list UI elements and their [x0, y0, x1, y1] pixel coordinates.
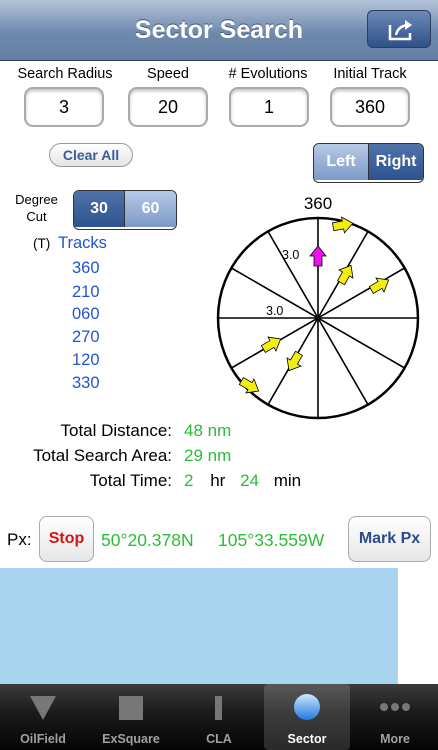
tab-oilfield[interactable]: OilField	[0, 684, 86, 750]
cut-30-segment[interactable]: 30	[74, 191, 125, 227]
tab-label: OilField	[20, 732, 66, 746]
bar-icon	[215, 696, 222, 720]
left-segment[interactable]: Left	[314, 144, 369, 180]
radius-label-top: 3.0	[282, 248, 299, 262]
initial-track-label: Initial Track	[333, 66, 407, 82]
direction-segmented-control: Left Right	[313, 143, 424, 183]
tab-cla[interactable]: CLA	[176, 684, 262, 750]
sector-diagram: 360 3.0 3.0	[216, 194, 420, 420]
total-area-label: Total Search Area:	[33, 446, 172, 465]
sector-circle-icon	[294, 694, 320, 720]
total-distance-value: 48 nm	[184, 421, 232, 440]
time-hours: 2	[184, 471, 194, 490]
latitude-value: 50°20.378N	[101, 530, 194, 550]
search-radius-label: Search Radius	[17, 66, 113, 82]
degree-cut-label-line1: Degree	[15, 192, 58, 207]
tab-label: Sector	[287, 732, 327, 746]
share-button[interactable]	[367, 10, 431, 48]
search-radius-field[interactable]: 3	[24, 87, 104, 127]
map-view[interactable]	[0, 568, 398, 684]
evolutions-label: # Evolutions	[228, 66, 308, 82]
mark-position-button[interactable]: Mark Px	[348, 516, 431, 562]
initial-track-field[interactable]: 360	[330, 87, 410, 127]
cut-60-segment[interactable]: 60	[125, 191, 176, 227]
time-minutes: 24	[240, 471, 259, 490]
total-area-value: 29 nm	[184, 446, 232, 465]
more-dots-icon	[380, 703, 410, 711]
right-segment[interactable]: Right	[369, 144, 423, 180]
speed-label: Speed	[147, 66, 189, 82]
square-icon	[119, 696, 143, 720]
tab-exsquare[interactable]: ExSquare	[88, 684, 174, 750]
tab-label: More	[380, 732, 410, 746]
track-item: 060	[72, 305, 100, 323]
tracks-header: Tracks	[58, 234, 107, 252]
true-indicator: (T)	[33, 236, 51, 251]
clear-all-button[interactable]: Clear All	[49, 143, 133, 167]
evolutions-field[interactable]: 1	[229, 87, 309, 127]
share-icon	[388, 20, 412, 41]
degree-cut-segmented-control: 30 60	[73, 190, 177, 230]
hr-label: hr	[210, 471, 226, 490]
track-item: 120	[72, 351, 100, 369]
tab-bar: OilField ExSquare CLA Sector More	[0, 684, 438, 750]
radius-label-mid: 3.0	[266, 304, 283, 318]
total-time-label: Total Time:	[89, 471, 172, 490]
total-distance-label: Total Distance:	[60, 421, 173, 440]
triangle-icon	[30, 696, 56, 720]
tab-sector[interactable]: Sector	[264, 684, 350, 750]
position-label: Px:	[7, 530, 32, 549]
track-item: 210	[72, 283, 100, 301]
min-label: min	[273, 471, 302, 490]
longitude-value: 105°33.559W	[218, 530, 325, 550]
degree-cut-label-line2: Cut	[26, 209, 47, 224]
stop-button[interactable]: Stop	[39, 516, 94, 562]
track-item: 360	[72, 259, 100, 277]
track-item: 270	[72, 328, 100, 346]
tab-label: ExSquare	[102, 732, 160, 746]
tab-more[interactable]: More	[352, 684, 438, 750]
tab-label: CLA	[206, 732, 232, 746]
speed-field[interactable]: 20	[128, 87, 208, 127]
total-time-value: 2 hr 24 min	[184, 471, 301, 491]
track-item: 330	[72, 374, 100, 392]
degree-cut-label: Degree Cut	[9, 191, 64, 225]
north-label: 360	[304, 194, 332, 213]
